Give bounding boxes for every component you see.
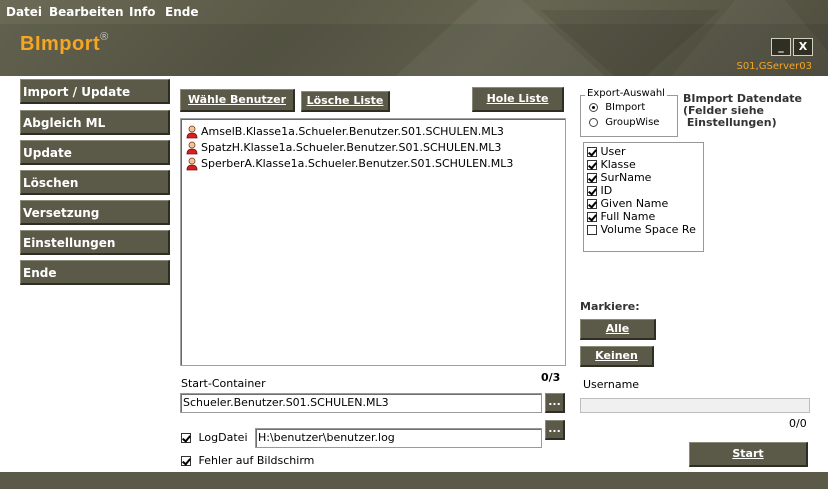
radio-bimport-label: BImport [605,102,646,113]
sidebar-item-update[interactable]: Update [20,140,170,165]
sidebar-item-versetzung[interactable]: Versetzung [20,200,170,225]
radio-bimport-row[interactable]: BImport [589,102,645,113]
registered-mark: ® [100,31,109,43]
field-label: ID [600,184,613,197]
field-item-given-name[interactable]: Given Name [587,197,668,210]
app-title: BImport® [20,31,109,56]
errors-on-screen-label: Fehler auf Bildschirm [198,454,315,467]
field-item-volume-space[interactable]: Volume Space Re [587,223,701,236]
field-checkbox[interactable] [587,186,597,196]
field-item-full-name[interactable]: Full Name [587,210,655,223]
radio-groupwise-label: GroupWise [605,117,660,128]
field-label: Klasse [600,158,636,171]
user-name: SperberA.Klasse1a.Schueler.Benutzer.S01.… [201,157,514,170]
close-button[interactable]: X [793,38,813,56]
radio-groupwise-row[interactable]: GroupWise [589,117,659,128]
sidebar-item-abgleich-ml[interactable]: Abgleich ML [20,110,170,135]
fetch-list-button[interactable]: Hole Liste [472,87,564,112]
field-checkbox[interactable] [587,225,597,235]
footer-bar [0,472,828,489]
field-item-klasse[interactable]: Klasse [587,158,636,171]
mark-none-button[interactable]: Keinen [580,346,654,367]
menu-bearbeiten[interactable]: Bearbeiten [49,5,124,19]
list-item[interactable]: AmselB.Klasse1a.Schueler.Benutzer.S01.SC… [186,124,504,140]
log-file-input[interactable]: H:\benutzer\benutzer.log [255,428,542,448]
field-item-surname[interactable]: SurName [587,171,651,184]
bimport-note: BImport Datendate (Felder siehe Einstell… [683,93,823,129]
field-label: User [600,145,626,158]
mark-all-label: Alle [605,322,630,335]
export-legend: Export-Auswahl [585,88,667,99]
log-browse-button[interactable]: ... [545,420,565,440]
clear-list-button[interactable]: Lösche Liste [301,91,390,112]
field-label: SurName [600,171,652,184]
sidebar-item-import-update[interactable]: Import / Update [20,79,170,104]
start-button[interactable]: Start [689,442,808,467]
field-label: Volume Space Re [600,223,696,236]
menu-datei[interactable]: Datei [6,5,42,19]
menu-info[interactable]: Info [129,5,155,19]
user-icon [186,141,198,155]
sidebar-item-loeschen[interactable]: Löschen [20,170,170,195]
field-item-id[interactable]: ID [587,184,612,197]
field-checkbox[interactable] [587,147,597,157]
start-container-label: Start-Container [181,377,266,390]
field-checkbox[interactable] [587,199,597,209]
progress-count: 0/0 [789,417,807,430]
list-item[interactable]: SpatzH.Klasse1a.Schueler.Benutzer.S01.SC… [186,140,501,156]
radio-groupwise[interactable] [589,117,598,127]
errors-on-screen-checkbox[interactable] [181,456,191,466]
field-label: Given Name [600,197,669,210]
field-checkbox[interactable] [587,160,597,170]
bimport-note-line: Einstellungen) [683,116,777,129]
start-label: Start [732,447,764,460]
user-list[interactable]: AmselB.Klasse1a.Schueler.Benutzer.S01.SC… [180,118,566,366]
errors-checkbox-row[interactable]: Fehler auf Bildschirm [181,454,314,467]
field-item-user[interactable]: User [587,145,626,158]
log-label: LogDatei [198,431,248,444]
select-users-label: Wähle Benutzer [187,93,287,106]
field-checkbox[interactable] [587,173,597,183]
progress-bar [580,398,810,413]
user-name: SpatzH.Klasse1a.Schueler.Benutzer.S01.SC… [201,141,502,154]
app-title-text: BImport [20,33,101,55]
user-icon [186,125,198,139]
log-checkbox-row[interactable]: LogDatei [181,431,248,444]
user-name: AmselB.Klasse1a.Schueler.Benutzer.S01.SC… [201,125,504,138]
minimize-button[interactable]: _ [771,38,791,56]
fetch-list-label: Hole Liste [486,92,549,105]
list-item[interactable]: SperberA.Klasse1a.Schueler.Benutzer.S01.… [186,156,513,172]
mark-all-button[interactable]: Alle [580,319,656,340]
radio-bimport[interactable] [589,102,598,112]
menu-bar: Datei Bearbeiten Info Ende [0,0,828,24]
log-checkbox[interactable] [181,433,191,443]
sidebar-item-ende[interactable]: Ende [20,260,170,285]
sidebar-item-einstellungen[interactable]: Einstellungen [20,230,170,255]
field-checkbox[interactable] [587,212,597,222]
menu-ende[interactable]: Ende [165,5,198,19]
server-label: S01,GServer03 [736,61,812,72]
select-users-button[interactable]: Wähle Benutzer [180,89,295,112]
field-label: Full Name [600,210,656,223]
list-count: 0/3 [541,371,561,384]
mark-label: Markiere: [580,300,640,313]
sidebar: Import / Update Abgleich ML Update Lösch… [0,76,172,466]
username-label: Username [583,378,640,391]
start-container-browse-button[interactable]: ... [545,393,565,413]
user-icon [186,157,198,171]
mark-none-label: Keinen [595,349,638,362]
clear-list-label: Lösche Liste [306,94,384,107]
start-container-input[interactable]: Schueler.Benutzer.S01.SCHULEN.ML3 [180,393,542,413]
